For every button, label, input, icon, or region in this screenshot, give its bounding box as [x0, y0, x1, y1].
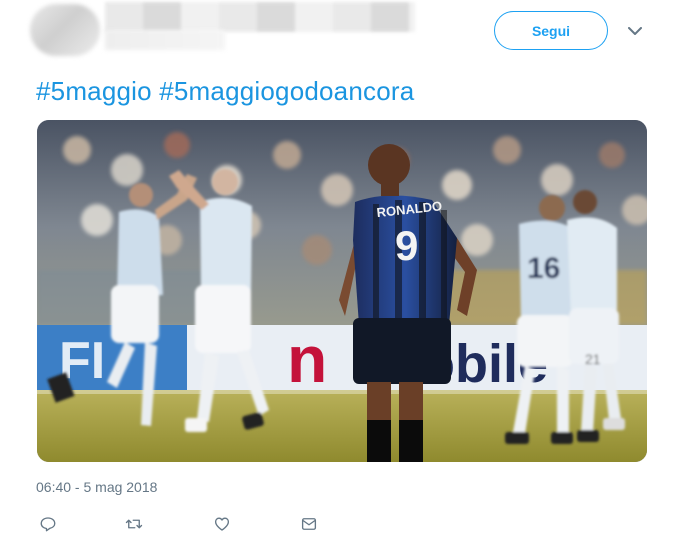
shorts-number: 21	[585, 351, 601, 367]
author-name-redacted[interactable]	[105, 2, 415, 32]
chevron-down-icon[interactable]	[624, 22, 646, 40]
author-handle-redacted[interactable]	[105, 30, 225, 50]
tweet-header: Segui	[0, 0, 683, 70]
avatar[interactable]	[30, 4, 100, 56]
tweet-timestamp[interactable]: 06:40 - 5 mag 2018	[36, 479, 157, 495]
jersey-number: 9	[395, 222, 418, 269]
tweet-photo[interactable]: FI n obile 16 21 RONALDO 9	[37, 120, 647, 462]
follow-button[interactable]: Segui	[494, 11, 608, 50]
banner-text: n	[287, 322, 327, 396]
hashtag-link[interactable]: #5maggio	[36, 76, 152, 106]
message-icon[interactable]	[297, 512, 321, 536]
retweet-icon[interactable]	[122, 512, 146, 536]
tweet-text: #5maggio #5maggiogodoancora	[36, 76, 414, 107]
football-photo: FI n obile 16 21 RONALDO 9	[37, 120, 647, 462]
jersey-number: 16	[527, 252, 560, 285]
reply-icon[interactable]	[36, 512, 60, 536]
like-icon[interactable]	[210, 512, 234, 536]
tweet-actions	[36, 512, 336, 536]
hashtag-link[interactable]: #5maggiogodoancora	[159, 76, 414, 106]
